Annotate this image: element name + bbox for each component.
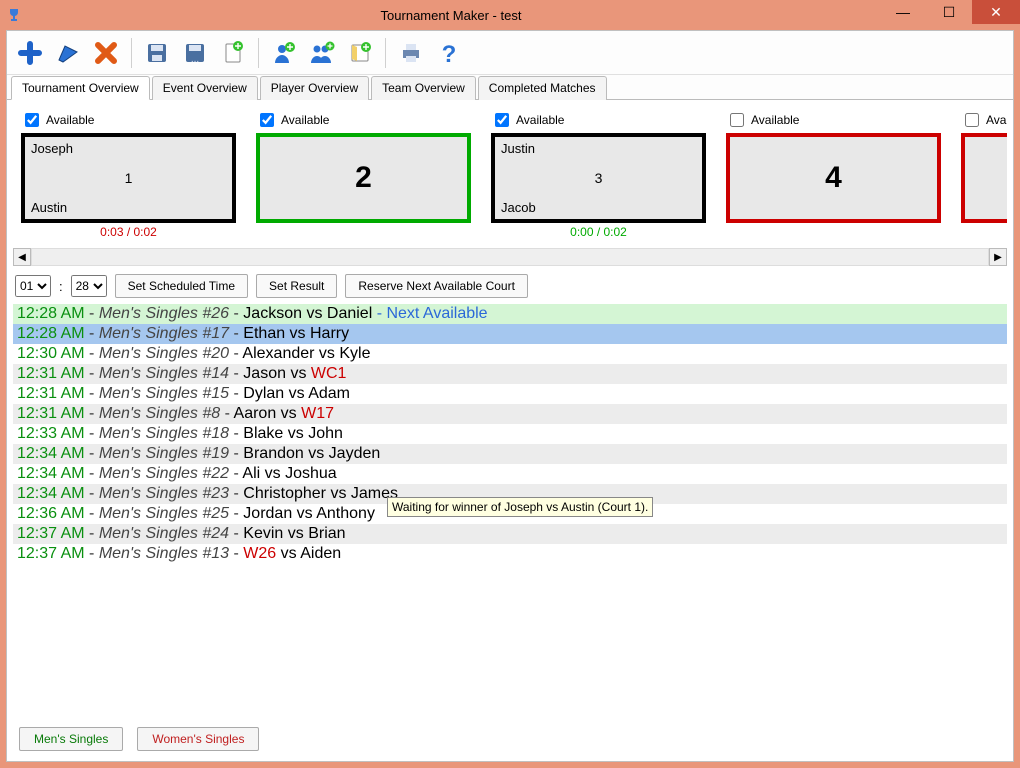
minimize-button[interactable]: — bbox=[880, 0, 926, 24]
available-label: Available bbox=[751, 113, 799, 127]
court-number: 3 bbox=[595, 170, 603, 186]
court-time bbox=[256, 225, 471, 240]
court-strip: Available Joseph 1 Austin 0:03 / 0:02 Av… bbox=[13, 108, 1007, 244]
set-scheduled-time-button[interactable]: Set Scheduled Time bbox=[115, 274, 248, 298]
add-team-icon[interactable] bbox=[305, 36, 339, 70]
tab-tournament-overview[interactable]: Tournament Overview bbox=[11, 76, 150, 100]
scroll-track[interactable] bbox=[31, 248, 989, 266]
match-row[interactable]: 12:31 AM - Men's Singles #8 - Aaron vs W… bbox=[13, 404, 1007, 424]
court-number: 4 bbox=[825, 161, 842, 195]
app-window: Tournament Maker - test — ☐ ✕ ... ? Tour… bbox=[0, 0, 1020, 768]
court-time bbox=[726, 225, 941, 240]
add-player-icon[interactable] bbox=[267, 36, 301, 70]
minute-select[interactable]: 28 bbox=[71, 275, 107, 297]
court-5: Available bbox=[961, 110, 1007, 240]
match-row[interactable]: 12:37 AM - Men's Singles #13 - W26 vs Ai… bbox=[13, 544, 1007, 564]
available-label: Available bbox=[46, 113, 94, 127]
court-box[interactable]: 2 bbox=[256, 133, 471, 223]
court-box[interactable] bbox=[961, 133, 1007, 223]
court-1: Available Joseph 1 Austin 0:03 / 0:02 bbox=[21, 110, 236, 240]
match-row[interactable]: 12:37 AM - Men's Singles #24 - Kevin vs … bbox=[13, 524, 1007, 544]
add-note-icon[interactable] bbox=[343, 36, 377, 70]
open-icon[interactable] bbox=[51, 36, 85, 70]
app-client-area: ... ? Tournament Overview Event Overview… bbox=[6, 30, 1014, 762]
court-scrollbar[interactable]: ◀ ▶ bbox=[13, 248, 1007, 266]
time-colon: : bbox=[59, 279, 63, 294]
match-row[interactable]: 12:31 AM - Men's Singles #15 - Dylan vs … bbox=[13, 384, 1007, 404]
scroll-right-icon[interactable]: ▶ bbox=[989, 248, 1007, 266]
match-row[interactable]: 12:30 AM - Men's Singles #20 - Alexander… bbox=[13, 344, 1007, 364]
match-row[interactable]: 12:28 AM - Men's Singles #26 - Jackson v… bbox=[13, 304, 1007, 324]
event-filter-row: Men's Singles Women's Singles bbox=[13, 717, 1007, 755]
court-box[interactable]: Joseph 1 Austin bbox=[21, 133, 236, 223]
help-icon[interactable]: ? bbox=[432, 36, 466, 70]
tooltip: Waiting for winner of Joseph vs Austin (… bbox=[387, 497, 653, 517]
new-file-icon[interactable] bbox=[216, 36, 250, 70]
tab-team-overview[interactable]: Team Overview bbox=[371, 76, 476, 100]
scroll-left-icon[interactable]: ◀ bbox=[13, 248, 31, 266]
maximize-button[interactable]: ☐ bbox=[926, 0, 972, 24]
separator bbox=[258, 38, 259, 68]
tab-completed-matches[interactable]: Completed Matches bbox=[478, 76, 607, 100]
court-available-checkbox[interactable] bbox=[730, 113, 744, 127]
match-row[interactable]: 12:28 AM - Men's Singles #17 - Ethan vs … bbox=[13, 324, 1007, 344]
match-row[interactable]: 12:34 AM - Men's Singles #22 - Ali vs Jo… bbox=[13, 464, 1007, 484]
app-icon bbox=[6, 7, 22, 23]
svg-text:?: ? bbox=[442, 41, 457, 65]
match-row[interactable]: 12:31 AM - Men's Singles #14 - Jason vs … bbox=[13, 364, 1007, 384]
court-box[interactable]: 4 bbox=[726, 133, 941, 223]
window-title: Tournament Maker - test bbox=[22, 8, 880, 23]
match-row[interactable]: 12:33 AM - Men's Singles #18 - Blake vs … bbox=[13, 424, 1007, 444]
svg-text:...: ... bbox=[191, 54, 199, 65]
court-4: Available 4 bbox=[726, 110, 941, 240]
tab-content: Available Joseph 1 Austin 0:03 / 0:02 Av… bbox=[7, 100, 1013, 761]
court-number: 1 bbox=[125, 170, 133, 186]
reserve-court-button[interactable]: Reserve Next Available Court bbox=[345, 274, 528, 298]
tab-event-overview[interactable]: Event Overview bbox=[152, 76, 258, 100]
mens-singles-button[interactable]: Men's Singles bbox=[19, 727, 123, 751]
court-time: 0:03 / 0:02 bbox=[21, 225, 236, 240]
court-player-2: Jacob bbox=[501, 200, 536, 215]
separator bbox=[131, 38, 132, 68]
schedule-controls: 01 : 28 Set Scheduled Time Set Result Re… bbox=[13, 274, 1007, 298]
available-label: Available bbox=[516, 113, 564, 127]
court-box[interactable]: Justin 3 Jacob bbox=[491, 133, 706, 223]
delete-icon[interactable] bbox=[89, 36, 123, 70]
match-row[interactable]: 12:34 AM - Men's Singles #19 - Brandon v… bbox=[13, 444, 1007, 464]
tab-bar: Tournament Overview Event Overview Playe… bbox=[7, 75, 1013, 100]
court-3: Available Justin 3 Jacob 0:00 / 0:02 bbox=[491, 110, 706, 240]
save-as-icon[interactable]: ... bbox=[178, 36, 212, 70]
set-result-button[interactable]: Set Result bbox=[256, 274, 337, 298]
court-player-1: Justin bbox=[501, 141, 535, 156]
court-player-2: Austin bbox=[31, 200, 67, 215]
close-button[interactable]: ✕ bbox=[972, 0, 1020, 24]
court-available-checkbox[interactable] bbox=[495, 113, 509, 127]
new-icon[interactable] bbox=[13, 36, 47, 70]
save-icon[interactable] bbox=[140, 36, 174, 70]
toolbar: ... ? bbox=[7, 31, 1013, 75]
separator bbox=[385, 38, 386, 68]
tab-player-overview[interactable]: Player Overview bbox=[260, 76, 369, 100]
hour-select[interactable]: 01 bbox=[15, 275, 51, 297]
court-player-1: Joseph bbox=[31, 141, 73, 156]
court-time: 0:00 / 0:02 bbox=[491, 225, 706, 240]
available-label: Available bbox=[986, 113, 1007, 127]
court-available-checkbox[interactable] bbox=[260, 113, 274, 127]
court-available-checkbox[interactable] bbox=[25, 113, 39, 127]
print-icon[interactable] bbox=[394, 36, 428, 70]
womens-singles-button[interactable]: Women's Singles bbox=[137, 727, 259, 751]
court-available-checkbox[interactable] bbox=[965, 113, 979, 127]
available-label: Available bbox=[281, 113, 329, 127]
court-number: 2 bbox=[355, 161, 372, 195]
title-bar: Tournament Maker - test — ☐ ✕ bbox=[0, 0, 1020, 30]
court-2: Available 2 bbox=[256, 110, 471, 240]
